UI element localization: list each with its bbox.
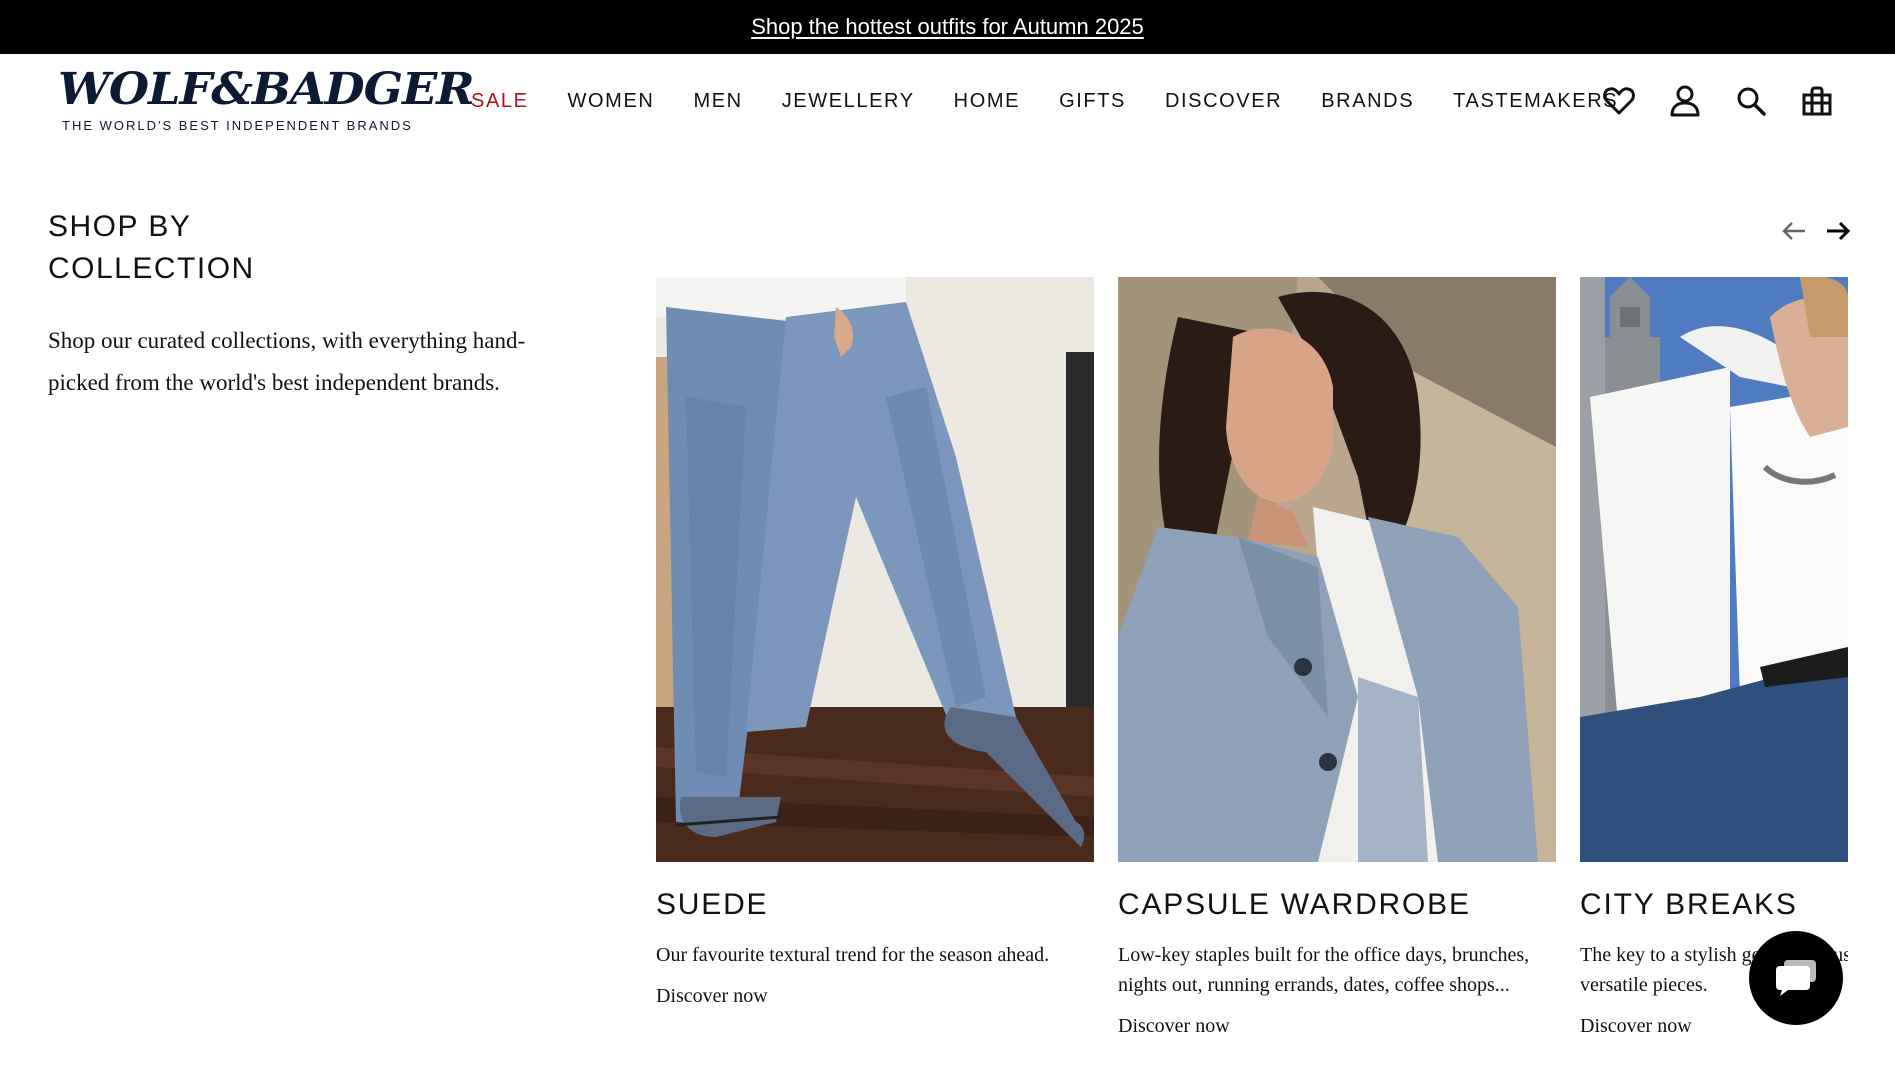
card-title: SUEDE [656, 888, 769, 921]
arrow-left-icon [1782, 222, 1805, 240]
discover-now-link[interactable]: Discover now [1118, 1015, 1556, 1038]
discover-now-link[interactable]: Discover now [656, 985, 1094, 1008]
collection-carousel: SUEDE Our favourite textural trend for t… [656, 277, 1848, 1080]
logo[interactable]: WOLF&BADGER THE WORLD'S BEST INDEPENDENT… [58, 68, 475, 138]
arrow-right-icon [1827, 221, 1851, 241]
card-title: CITY BREAKS [1580, 888, 1798, 921]
carousel-prev-button[interactable] [1778, 215, 1810, 247]
nav-item-women[interactable]: WOMEN [568, 90, 655, 113]
site-header: WOLF&BADGER THE WORLD'S BEST INDEPENDENT… [0, 54, 1895, 152]
nav-item-tastemakers[interactable]: TASTEMAKERS [1453, 90, 1618, 113]
search-icon[interactable] [1734, 84, 1768, 118]
nav-item-home[interactable]: HOME [954, 90, 1020, 113]
header-icons [1602, 84, 1834, 118]
nav-item-jewellery[interactable]: JEWELLERY [782, 90, 915, 113]
card-image-city-breaks[interactable] [1580, 277, 1848, 862]
promo-link[interactable]: Shop the hottest outfits for Autumn 2025 [751, 14, 1144, 40]
promo-bar: Shop the hottest outfits for Autumn 2025 [0, 0, 1895, 54]
chat-icon [1776, 960, 1816, 996]
card-image-capsule-wardrobe[interactable] [1118, 277, 1556, 862]
nav-item-discover[interactable]: DISCOVER [1165, 90, 1282, 113]
chat-button[interactable] [1749, 931, 1843, 1025]
logo-wordmark: WOLF&BADGER [58, 64, 475, 115]
card-title: CAPSULE WARDROBE [1118, 888, 1471, 921]
card-description: Our favourite textural trend for the sea… [656, 944, 1050, 966]
user-icon[interactable] [1668, 84, 1702, 118]
main-nav: SALE WOMEN MEN JEWELLERY HOME GIFTS DISC… [471, 90, 1657, 113]
collection-card-capsule-wardrobe[interactable]: CAPSULE WARDROBE Low-key staples built f… [1118, 277, 1556, 1038]
card-image-suede[interactable] [656, 277, 1094, 862]
nav-item-brands[interactable]: BRANDS [1321, 90, 1414, 113]
nav-item-gifts[interactable]: GIFTS [1059, 90, 1126, 113]
section-title-line2: COLLECTION [48, 252, 255, 285]
bag-icon[interactable] [1800, 84, 1834, 118]
section-description: Shop our curated collections, with every… [48, 328, 526, 395]
collection-card-city-breaks[interactable]: CITY BREAKS The key to a stylish getaway… [1580, 277, 1848, 1038]
carousel-next-button[interactable] [1822, 215, 1854, 247]
section-title-line1: SHOP BY [48, 210, 192, 243]
section-title: SHOP BY COLLECTION [48, 206, 448, 290]
nav-item-sale[interactable]: SALE [471, 90, 529, 113]
logo-tagline: THE WORLD'S BEST INDEPENDENT BRANDS [62, 118, 413, 133]
collection-card-suede[interactable]: SUEDE Our favourite textural trend for t… [656, 277, 1094, 1008]
card-description: Low-key staples built for the office day… [1118, 944, 1530, 996]
nav-item-men[interactable]: MEN [693, 90, 742, 113]
heart-icon[interactable] [1602, 84, 1636, 118]
